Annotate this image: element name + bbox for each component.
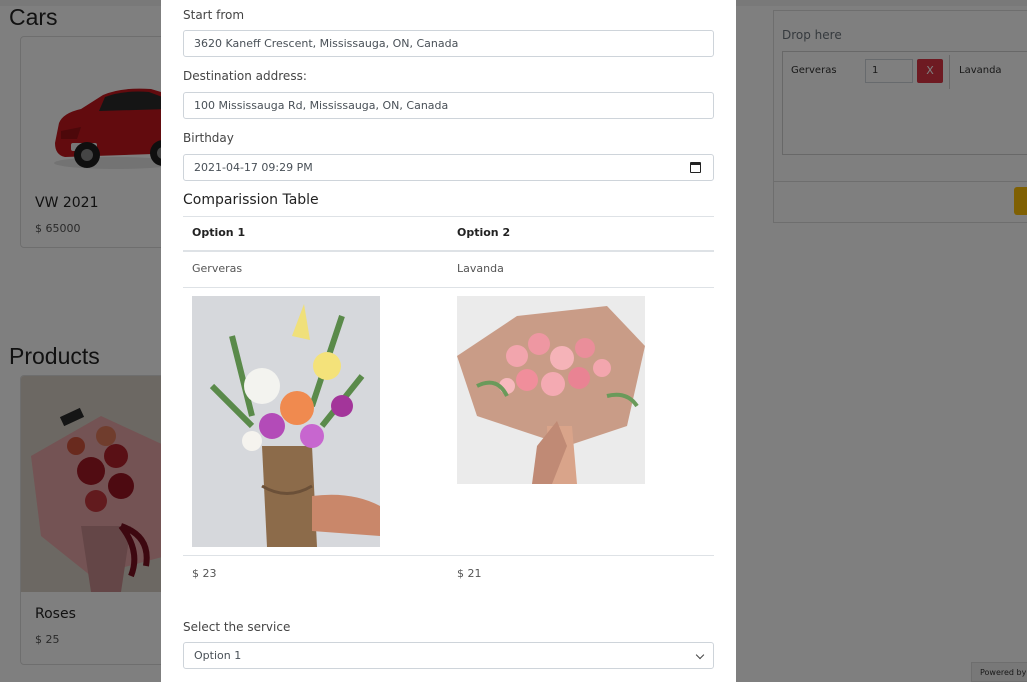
birthday-value: 2021-04-17 09:29 PM <box>194 161 313 174</box>
service-selected-value: Option 1 <box>194 649 242 662</box>
comparison-table-title: Comparission Table <box>183 192 319 208</box>
table-border <box>183 216 714 217</box>
chevron-down-icon <box>695 650 705 660</box>
header-option-2: Option 2 <box>457 226 511 239</box>
option-2-name: Lavanda <box>457 262 504 275</box>
table-header-border <box>183 250 714 252</box>
table-row-border <box>183 555 714 556</box>
option-2-price: $ 21 <box>457 567 482 580</box>
destination-input[interactable]: 100 Mississauga Rd, Mississauga, ON, Can… <box>183 92 714 119</box>
option-1-price: $ 23 <box>192 567 217 580</box>
service-label: Select the service <box>183 620 291 634</box>
birthday-label: Birthday <box>183 131 234 145</box>
booking-modal: Start from 3620 Kaneff Crescent, Mississ… <box>161 0 736 682</box>
start-from-label: Start from <box>183 8 245 22</box>
destination-label: Destination address: <box>183 69 307 83</box>
lavanda-image <box>457 296 645 484</box>
start-from-input[interactable]: 3620 Kaneff Crescent, Mississauga, ON, C… <box>183 30 714 57</box>
option-1-name: Gerveras <box>192 262 243 275</box>
gerveras-image <box>192 296 380 547</box>
table-row-border <box>183 287 714 288</box>
header-option-1: Option 1 <box>192 226 246 239</box>
birthday-input[interactable]: 2021-04-17 09:29 PM <box>183 154 714 181</box>
service-select[interactable]: Option 1 <box>183 642 714 669</box>
calendar-icon[interactable] <box>690 162 701 173</box>
